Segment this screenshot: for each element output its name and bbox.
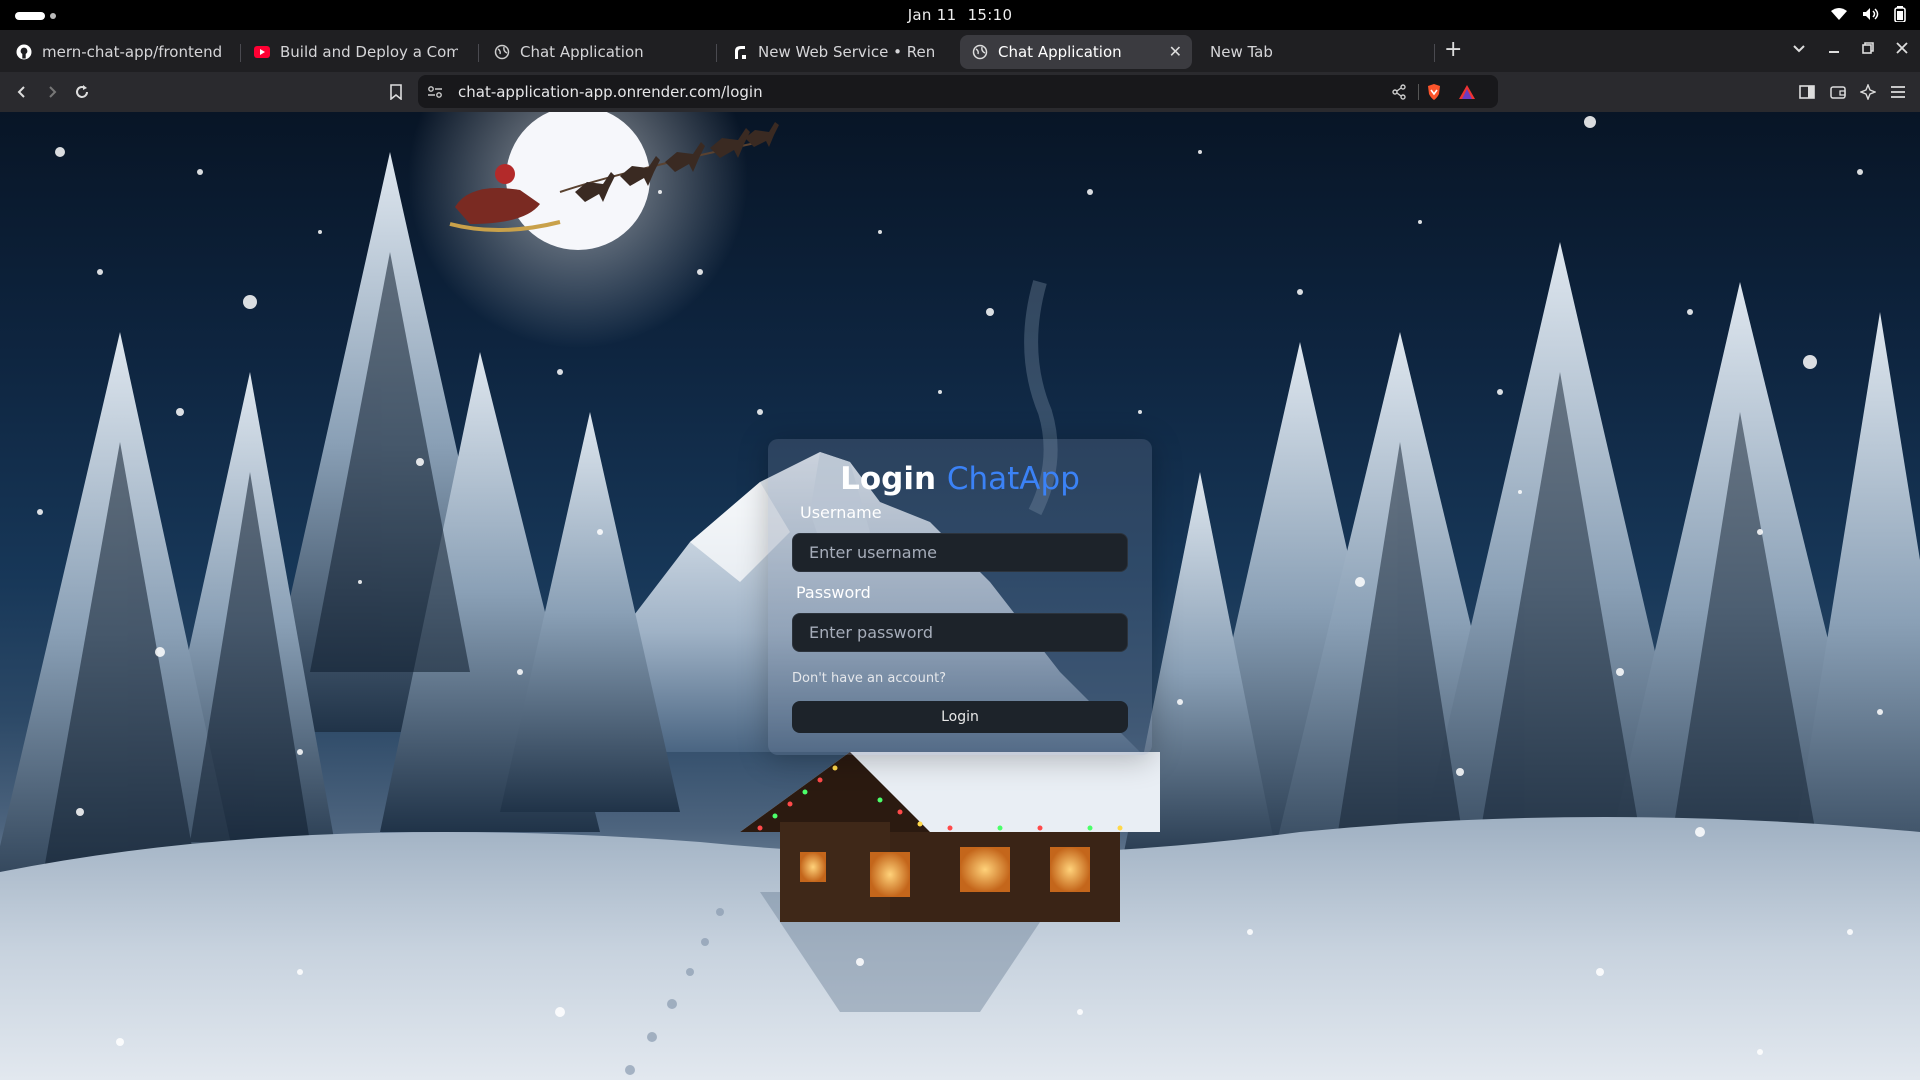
forward-arrow-icon[interactable]	[40, 80, 64, 104]
tab-github[interactable]: mern-chat-app/frontend/pa	[4, 35, 234, 69]
close-window-icon[interactable]	[1896, 39, 1908, 58]
login-title: Login ChatApp	[768, 461, 1152, 497]
menu-hamburger-icon[interactable]	[1886, 80, 1910, 104]
brand-name: ChatApp	[946, 461, 1080, 497]
window-controls	[1792, 39, 1908, 58]
bookmark-icon[interactable]	[384, 80, 408, 104]
os-top-bar: Jan 11 15:10	[0, 0, 1920, 30]
tab-title: New Tab	[1210, 43, 1273, 61]
tab-separator	[240, 44, 241, 62]
os-clock[interactable]: Jan 11 15:10	[0, 6, 1920, 24]
site-settings-icon[interactable]	[426, 83, 444, 101]
wallet-icon[interactable]	[1826, 80, 1850, 104]
render-icon	[732, 44, 748, 60]
minimize-icon[interactable]	[1828, 39, 1840, 58]
login-button[interactable]: Login	[792, 701, 1128, 733]
tab-chat-application[interactable]: Chat Application	[482, 35, 710, 69]
username-label: Username	[800, 503, 882, 522]
tab-separator	[1434, 44, 1435, 62]
wifi-icon	[1830, 7, 1848, 21]
youtube-icon	[254, 44, 270, 60]
share-icon[interactable]	[1390, 83, 1408, 101]
login-title-prefix: Login	[840, 461, 937, 497]
tab-separator	[716, 44, 717, 62]
tab-title: mern-chat-app/frontend/pa	[42, 43, 222, 61]
signup-link[interactable]: Don't have an account?	[792, 671, 946, 686]
back-arrow-icon[interactable]	[10, 80, 34, 104]
tab-youtube[interactable]: Build and Deploy a Complete	[242, 35, 470, 69]
login-card: Login ChatApp Username Password Don't ha…	[768, 439, 1152, 755]
reload-icon[interactable]	[70, 80, 94, 104]
tab-list-chevron-down-icon[interactable]	[1792, 39, 1806, 58]
tab-new-tab[interactable]: New Tab	[1198, 35, 1428, 69]
tab-title: New Web Service • Render	[758, 43, 936, 61]
globe-icon	[972, 44, 988, 60]
browser-toolbar: chat-application-app.onrender.com/login	[0, 72, 1920, 112]
system-tray[interactable]	[1830, 6, 1906, 22]
password-label: Password	[796, 583, 871, 602]
tab-render[interactable]: New Web Service • Render	[720, 35, 948, 69]
tab-title: Build and Deploy a Complete	[280, 43, 458, 61]
battery-icon	[1894, 6, 1906, 22]
brave-shields-icon[interactable]	[1425, 83, 1443, 101]
password-input[interactable]	[792, 613, 1128, 652]
address-bar[interactable]: chat-application-app.onrender.com/login	[418, 75, 1498, 108]
sidebar-toggle-icon[interactable]	[1795, 80, 1819, 104]
volume-icon	[1862, 7, 1880, 21]
close-tab-icon[interactable]: ✕	[1169, 44, 1182, 60]
address-bar-divider	[1418, 84, 1419, 100]
github-icon	[16, 44, 32, 60]
browser-tab-strip: mern-chat-app/frontend/pa Build and Depl…	[0, 30, 1920, 72]
os-time: 15:10	[967, 6, 1013, 24]
leo-ai-icon[interactable]	[1856, 80, 1880, 104]
tab-separator	[478, 44, 479, 62]
tab-chat-application-active[interactable]: Chat Application ✕	[960, 35, 1192, 69]
restore-icon[interactable]	[1862, 39, 1874, 58]
username-input[interactable]	[792, 533, 1128, 572]
globe-icon	[494, 44, 510, 60]
tab-title: Chat Application	[998, 43, 1122, 61]
new-tab-plus-icon[interactable]: +	[1444, 39, 1462, 61]
login-page: Login ChatApp Username Password Don't ha…	[0, 112, 1920, 1080]
os-date: Jan 11	[907, 6, 957, 24]
url-text[interactable]: chat-application-app.onrender.com/login	[458, 83, 763, 101]
tab-title: Chat Application	[520, 43, 644, 61]
brave-rewards-icon[interactable]	[1458, 83, 1476, 101]
